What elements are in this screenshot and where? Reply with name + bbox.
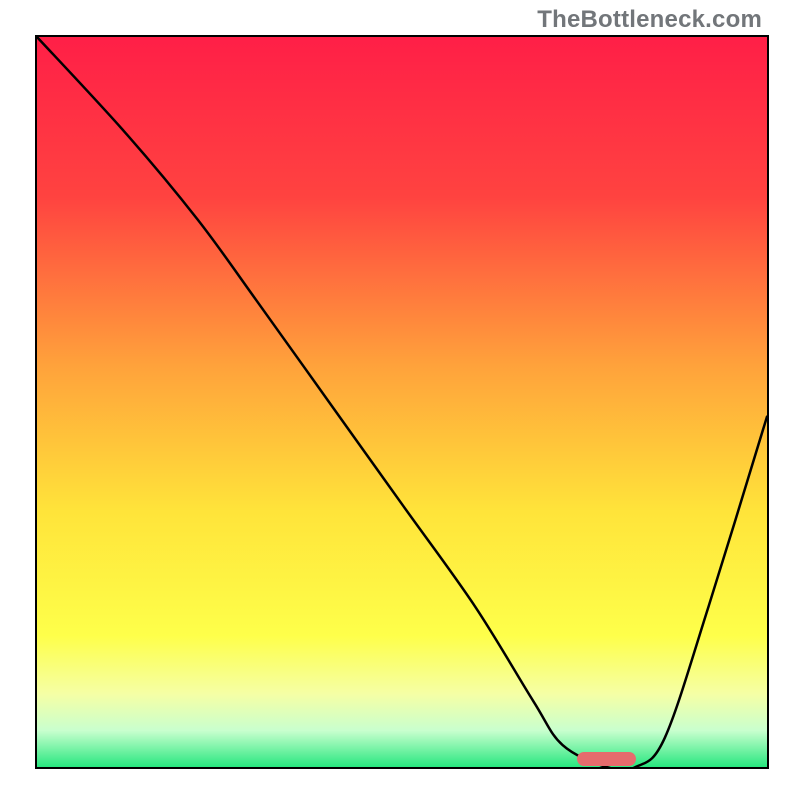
chart-frame xyxy=(35,35,769,769)
watermark-text: TheBottleneck.com xyxy=(537,6,762,34)
optimal-range-marker xyxy=(577,752,635,766)
chart-curve xyxy=(37,37,767,767)
